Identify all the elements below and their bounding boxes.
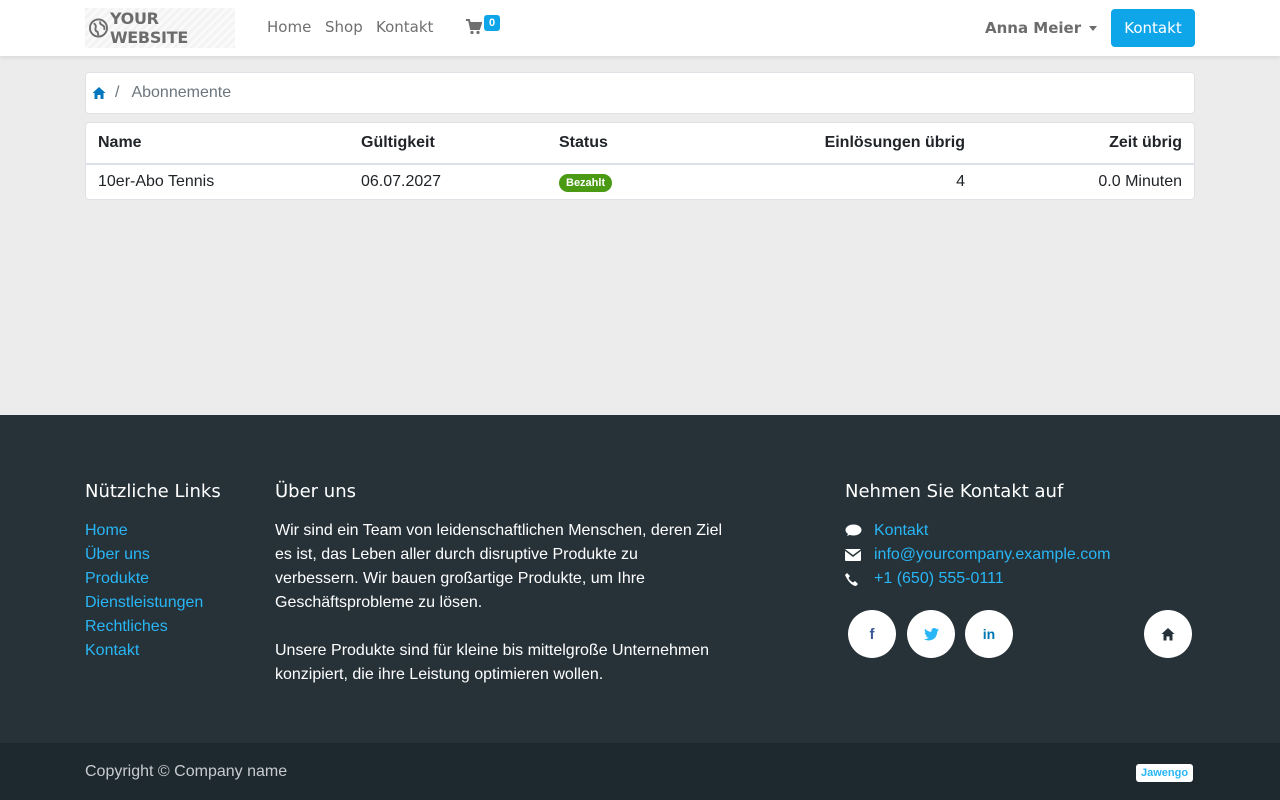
phone-icon bbox=[845, 572, 874, 586]
about-text: Wir sind ein Team von leidenschaftlichen… bbox=[275, 519, 725, 687]
contact-item: Kontakt bbox=[845, 519, 1111, 543]
footer: Nützliche Links Home Über uns Produkte D… bbox=[0, 415, 1280, 743]
contact-link[interactable]: Kontakt bbox=[874, 519, 928, 543]
comment-icon bbox=[845, 524, 874, 538]
table-row[interactable]: 10er-Abo Tennis 06.07.2027 Bezahlt 4 0.0… bbox=[86, 164, 1194, 199]
cell-validity: 06.07.2027 bbox=[361, 173, 442, 190]
footer-link-products[interactable]: Produkte bbox=[85, 570, 149, 587]
footer-link-home[interactable]: Home bbox=[85, 522, 128, 539]
breadcrumb-separator: / bbox=[115, 84, 120, 101]
useful-links-list: Home Über uns Produkte Dienstleistungen … bbox=[85, 519, 203, 663]
subscriptions-table-card: Name Gültigkeit Status Einlösungen übrig… bbox=[85, 122, 1195, 200]
facebook-icon: f bbox=[869, 625, 875, 643]
table-header-row: Name Gültigkeit Status Einlösungen übrig… bbox=[86, 123, 1194, 165]
copyright-bar: Copyright © Company name Jawengo bbox=[0, 743, 1280, 800]
footer-link-about[interactable]: Über uns bbox=[85, 546, 150, 563]
cell-redemptions: 4 bbox=[956, 173, 965, 190]
col-status: Status bbox=[547, 123, 747, 165]
home-button[interactable] bbox=[1144, 610, 1192, 658]
twitter-button[interactable] bbox=[907, 610, 955, 658]
about-title: Über uns bbox=[275, 481, 356, 502]
col-validity: Gültigkeit bbox=[349, 123, 547, 165]
globe-icon bbox=[89, 18, 108, 38]
email-link[interactable]: info@yourcompany.example.com bbox=[874, 543, 1111, 567]
col-redemptions: Einlösungen übrig bbox=[747, 123, 977, 165]
user-name: Anna Meier bbox=[985, 19, 1082, 37]
copyright-text: Copyright © Company name bbox=[85, 763, 288, 780]
cart-count-badge: 0 bbox=[484, 15, 501, 31]
user-menu-dropdown[interactable]: Anna Meier bbox=[985, 19, 1098, 37]
col-name: Name bbox=[86, 123, 349, 165]
nav-shop[interactable]: Shop bbox=[325, 18, 363, 36]
col-time-left: Zeit übrig bbox=[977, 123, 1194, 165]
cell-name: 10er-Abo Tennis bbox=[98, 173, 215, 190]
cell-status: Bezahlt bbox=[547, 164, 747, 199]
useful-links-title: Nützliche Links bbox=[85, 481, 221, 502]
envelope-icon bbox=[845, 549, 874, 561]
nav-home[interactable]: Home bbox=[267, 18, 311, 36]
nav-kontakt[interactable]: Kontakt bbox=[376, 18, 433, 36]
contact-title: Nehmen Sie Kontakt auf bbox=[845, 481, 1064, 502]
footer-link-contact[interactable]: Kontakt bbox=[85, 642, 139, 659]
facebook-button[interactable]: f bbox=[848, 610, 896, 658]
contact-button[interactable]: Kontakt bbox=[1111, 9, 1195, 47]
linkedin-button[interactable]: in bbox=[965, 610, 1013, 658]
twitter-icon bbox=[923, 627, 939, 641]
shopping-cart-icon[interactable] bbox=[466, 19, 482, 35]
footer-link-services[interactable]: Dienstleistungen bbox=[85, 594, 203, 611]
site-logo[interactable]: YOUR WEBSITE bbox=[85, 8, 235, 48]
about-paragraph-2: Unsere Produkte sind für kleine bis mitt… bbox=[275, 642, 709, 683]
phone-link[interactable]: +1 (650) 555-0111 bbox=[874, 567, 1004, 591]
breadcrumb-current: Abonnemente bbox=[131, 84, 232, 101]
contact-item: info@yourcompany.example.com bbox=[845, 543, 1111, 567]
breadcrumb: / Abonnemente bbox=[85, 72, 1195, 114]
linkedin-icon: in bbox=[982, 626, 996, 642]
status-badge: Bezahlt bbox=[559, 173, 613, 192]
home-icon[interactable] bbox=[92, 86, 106, 100]
home-icon bbox=[1161, 627, 1175, 640]
logo-text: YOUR WEBSITE bbox=[109, 9, 188, 47]
contact-item: +1 (650) 555-0111 bbox=[845, 567, 1111, 591]
about-paragraph-1: Wir sind ein Team von leidenschaftlichen… bbox=[275, 522, 723, 611]
subscriptions-table: Name Gültigkeit Status Einlösungen übrig… bbox=[86, 123, 1194, 199]
caret-down-icon bbox=[1089, 25, 1098, 31]
footer-link-legal[interactable]: Rechtliches bbox=[85, 618, 168, 635]
top-navbar: YOUR WEBSITE Home Shop Kontakt 0 Anna Me… bbox=[0, 0, 1280, 56]
brand-badge[interactable]: Jawengo bbox=[1136, 764, 1194, 782]
cell-time-left: 0.0 Minuten bbox=[1098, 173, 1182, 190]
contact-list: Kontakt info@yourcompany.example.com +1 … bbox=[845, 519, 1111, 591]
